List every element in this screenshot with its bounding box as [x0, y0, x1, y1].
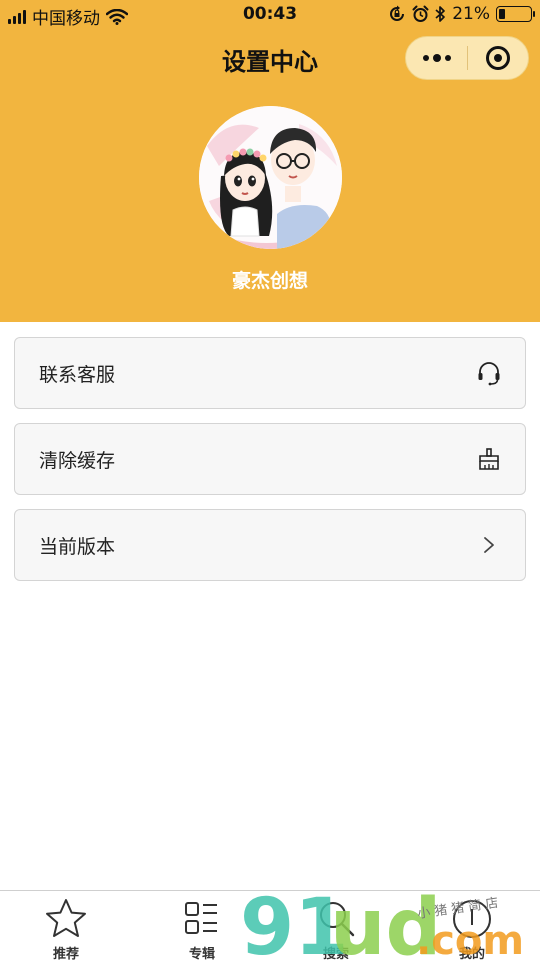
tab-mine[interactable]: 我的: [422, 891, 522, 960]
menu-item-contact-service[interactable]: 联系客服: [14, 337, 526, 409]
menu-item-label: 当前版本: [39, 535, 116, 558]
username: 豪杰创想: [231, 270, 308, 292]
tab-label: 专辑: [188, 947, 215, 960]
tab-label: 搜索: [322, 947, 349, 960]
menu-item-label: 联系客服: [39, 363, 116, 386]
headset-icon: [475, 359, 503, 387]
tab-search[interactable]: 搜索: [286, 891, 386, 960]
avatar[interactable]: [199, 106, 342, 249]
tab-bar: 推荐 专辑 搜索 我的: [0, 890, 540, 960]
close-miniprogram-icon[interactable]: [468, 36, 528, 80]
status-right: 21%: [388, 4, 535, 24]
status-bar: 中国移动 00:43 21%: [0, 0, 540, 30]
clear-cache-icon: [475, 445, 503, 473]
star-icon: [46, 899, 86, 937]
battery-icon: [496, 6, 535, 22]
bluetooth-icon: [435, 6, 446, 22]
tab-albums[interactable]: 专辑: [152, 891, 252, 960]
menu-item-clear-cache[interactable]: 清除缓存: [14, 423, 526, 495]
more-icon[interactable]: [406, 36, 467, 80]
menu-item-label: 清除缓存: [39, 449, 116, 472]
alarm-icon: [412, 5, 429, 22]
miniprogram-capsule: [405, 36, 529, 80]
rotation-lock-icon: [390, 5, 405, 21]
profile-icon: [453, 900, 491, 938]
tab-label: 推荐: [52, 947, 79, 960]
header-banner: 中国移动 00:43 21% 设置中心 豪杰创想: [0, 0, 540, 322]
couple-cartoon-avatar: [199, 106, 342, 249]
battery-percent: 21%: [452, 4, 490, 24]
tab-label: 我的: [458, 947, 485, 960]
chevron-right-icon: [475, 531, 503, 559]
album-list-icon: [185, 902, 217, 934]
search-icon: [320, 902, 355, 937]
menu-item-current-version[interactable]: 当前版本: [14, 509, 526, 581]
tab-recommend[interactable]: 推荐: [16, 891, 116, 960]
